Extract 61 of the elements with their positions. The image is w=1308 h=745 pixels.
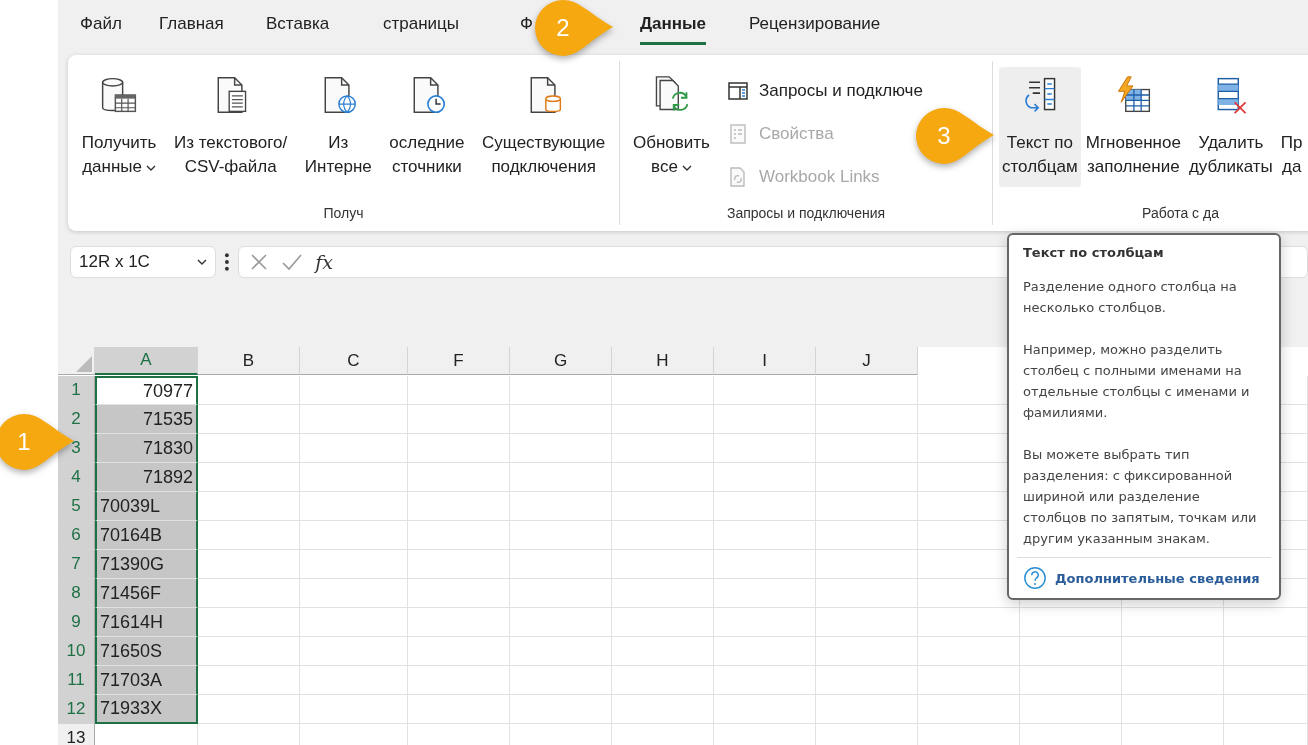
tooltip-title: Текст по столбцам bbox=[1023, 245, 1165, 260]
tooltip-text: Например, можно разделить столбец с полными именами на отдельные столбцы с именами и фамилиями. bbox=[1023, 341, 1251, 422]
group-label: Работа с да bbox=[1141, 205, 1220, 223]
ribbon-button[interactable]: Существующие подключения bbox=[479, 67, 609, 187]
table-cell: 71614H bbox=[95, 608, 198, 637]
table-cell: 71933X bbox=[95, 695, 198, 724]
row-header[interactable]: 12 bbox=[58, 695, 95, 724]
tooltip-text: Вы можете выбрать тип разделения: с фиксированной шириной или разделение столбцов по запятым, точкам или другим указанным знакам. bbox=[1023, 446, 1258, 548]
table-cell: 71535 bbox=[95, 405, 198, 434]
table-cell: 71650S bbox=[95, 637, 198, 666]
column-header[interactable]: F bbox=[408, 347, 510, 375]
help-link[interactable]: Дополнительные сведения bbox=[1055, 570, 1260, 586]
table-cell: 70164B bbox=[95, 521, 198, 550]
table-cell: 71390G bbox=[95, 550, 198, 579]
group-label: Получ bbox=[322, 205, 365, 223]
row-header[interactable]: 2 bbox=[58, 405, 95, 434]
step-badge: 3 bbox=[914, 106, 996, 166]
table-cell: 71892 bbox=[95, 463, 198, 492]
column-header[interactable]: I bbox=[714, 347, 816, 375]
ribbon-button[interactable]: Текст по столбцам bbox=[999, 67, 1081, 187]
column-header[interactable]: G bbox=[510, 347, 612, 375]
row-header[interactable]: 11 bbox=[58, 666, 95, 695]
column-header[interactable]: H bbox=[612, 347, 714, 375]
row-header[interactable]: 4 bbox=[58, 463, 95, 492]
ribbon-tab[interactable]: Вставка bbox=[266, 5, 330, 45]
column-header[interactable]: C bbox=[300, 347, 408, 375]
row-header[interactable]: 10 bbox=[58, 637, 95, 666]
ribbon-tab[interactable]: Рецензирование bbox=[749, 5, 881, 45]
group-label: Запросы и подключения bbox=[725, 205, 887, 223]
ribbon-button[interactable]: Из текстового/ CSV-файла bbox=[171, 67, 291, 187]
tooltip-text: Разделение одного столбца на несколько столбцов. bbox=[1023, 278, 1238, 317]
ribbon-tab[interactable]: страницы bbox=[383, 5, 460, 45]
column-header[interactable]: J bbox=[816, 347, 918, 375]
ribbon-button[interactable]: оследние сточники bbox=[386, 67, 468, 187]
table-cell: 70039L bbox=[95, 492, 198, 521]
row-header[interactable]: 5 bbox=[58, 492, 95, 521]
ribbon-tab[interactable]: Данные bbox=[640, 5, 707, 45]
row-header[interactable]: 9 bbox=[58, 608, 95, 637]
ribbon-button[interactable]: Удалить дубликаты bbox=[1185, 67, 1276, 187]
row-header[interactable]: 6 bbox=[58, 521, 95, 550]
ribbon-button[interactable]: Получить данные bbox=[78, 67, 160, 187]
table-cell: 71456F bbox=[95, 579, 198, 608]
row-header[interactable]: 8 bbox=[58, 579, 95, 608]
row-header[interactable]: 7 bbox=[58, 550, 95, 579]
column-header[interactable]: B bbox=[198, 347, 300, 375]
table-cell: 71830 bbox=[95, 434, 198, 463]
table-cell: 71703A bbox=[95, 666, 198, 695]
ribbon-button[interactable]: Из Интерне bbox=[301, 67, 375, 187]
ribbon-tab[interactable]: Главная bbox=[159, 5, 224, 45]
ribbon-tab[interactable]: Ф bbox=[520, 5, 533, 45]
step-badge: 2 bbox=[533, 0, 615, 58]
ribbon-button[interactable]: Пр да bbox=[1277, 67, 1306, 187]
ribbon-button[interactable]: Обновить все bbox=[630, 67, 713, 187]
row-header[interactable]: 13 bbox=[58, 724, 95, 745]
table-cell: 70977 bbox=[95, 376, 198, 405]
row-header[interactable]: 1 bbox=[58, 376, 95, 405]
ribbon-tab[interactable]: Файл bbox=[80, 5, 122, 45]
function-button[interactable]: fx bbox=[315, 251, 333, 273]
column-header[interactable]: A bbox=[95, 347, 198, 375]
ribbon-button[interactable]: Мгновенное заполнение bbox=[1082, 67, 1184, 187]
name-box[interactable]: 12R x 1C bbox=[70, 246, 217, 278]
